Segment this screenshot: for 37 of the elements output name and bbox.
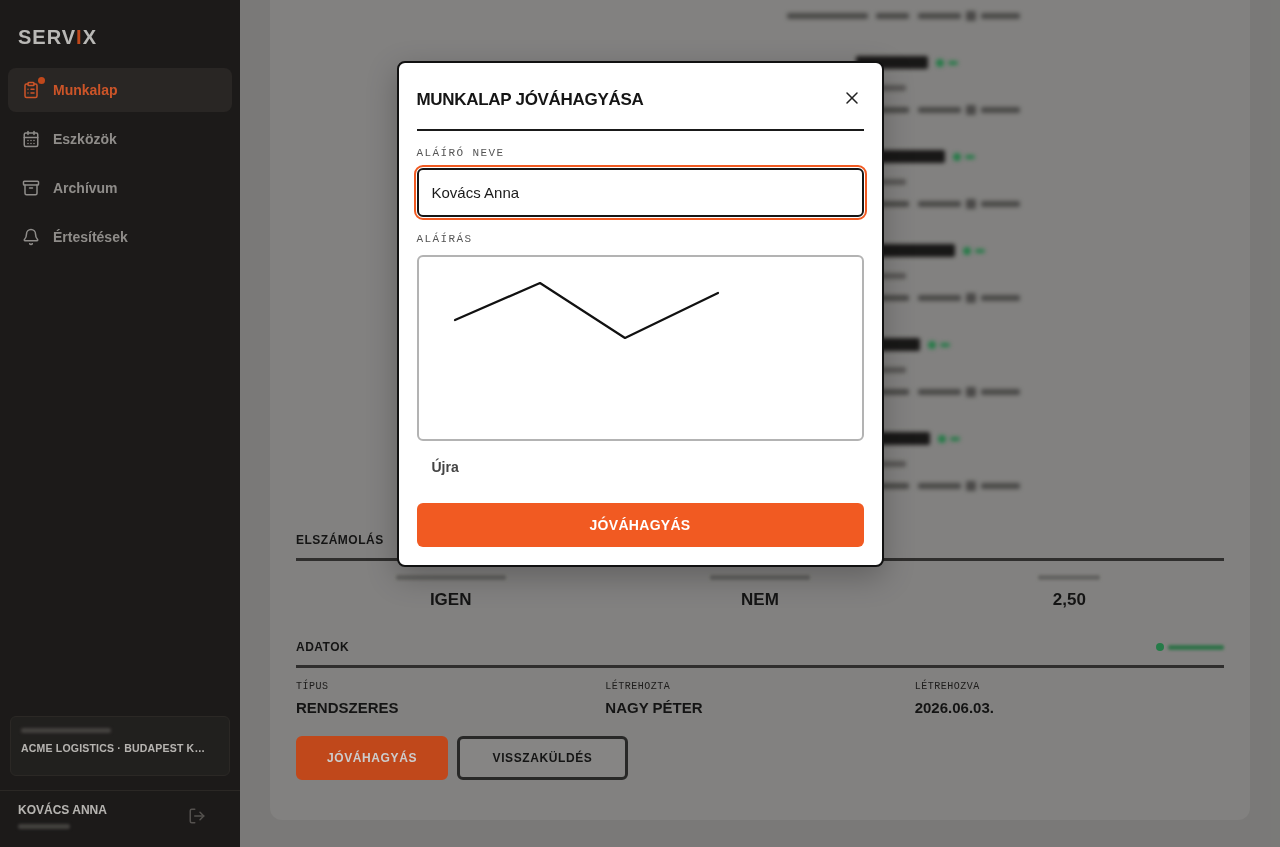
logout-button[interactable] [188, 807, 206, 825]
clipboard-icon [22, 81, 40, 99]
reset-button[interactable]: Újra [416, 452, 474, 482]
dialog-title: MUNKALAP JÓVÁHAGYÁSA [416, 89, 644, 111]
stat-value: 2,50 [1052, 590, 1086, 610]
field-label: LÉTREHOZTA [605, 681, 671, 693]
return-button[interactable]: VISSZAKÜLDÉS [457, 736, 628, 780]
stat-value: NEM [741, 590, 779, 610]
field-value: 2026.06.03. [914, 698, 994, 718]
nav-item[interactable]: Értesítések [8, 215, 232, 259]
status-dot-icon [1156, 643, 1164, 651]
section-title: ELSZÁMOLÁS [296, 532, 384, 548]
logo: SERVIX [18, 25, 97, 49]
signer-name-input[interactable]: Kovács Anna [416, 168, 864, 217]
nav-item[interactable]: Eszközök [8, 117, 232, 161]
field-label: LÉTREHOZVA [914, 681, 980, 693]
field-value: NAGY PÉTER [605, 698, 703, 718]
approve-button[interactable]: JÓVÁHAGYÁS [296, 736, 448, 780]
approve-button[interactable]: JÓVÁHAGYÁS [416, 503, 864, 547]
bell-icon [22, 228, 40, 246]
field-label: TÍPUS [296, 681, 329, 693]
company-name: ACME LOGISTICS · BUDAPEST K… [21, 742, 207, 754]
field-value: RENDSZERES [296, 698, 399, 718]
blurred-text [1038, 575, 1101, 580]
calendar-icon [22, 130, 40, 148]
field-label: ALÁÍRÁS [416, 232, 473, 246]
archive-box-icon [22, 179, 40, 197]
field-label: ALÁÍRÓ NEVE [416, 146, 505, 160]
stat-value: IGEN [429, 590, 472, 610]
section-title: ADATOK [296, 639, 350, 655]
nav-item[interactable]: Archívum [8, 166, 232, 210]
nav-item[interactable]: Munkalap [8, 68, 232, 112]
blurred-text [18, 824, 70, 829]
blurred-text [1168, 644, 1224, 650]
user-name: KOVÁCS ANNA [18, 803, 107, 817]
signature-pad[interactable] [416, 255, 864, 441]
logout-icon [188, 807, 206, 825]
